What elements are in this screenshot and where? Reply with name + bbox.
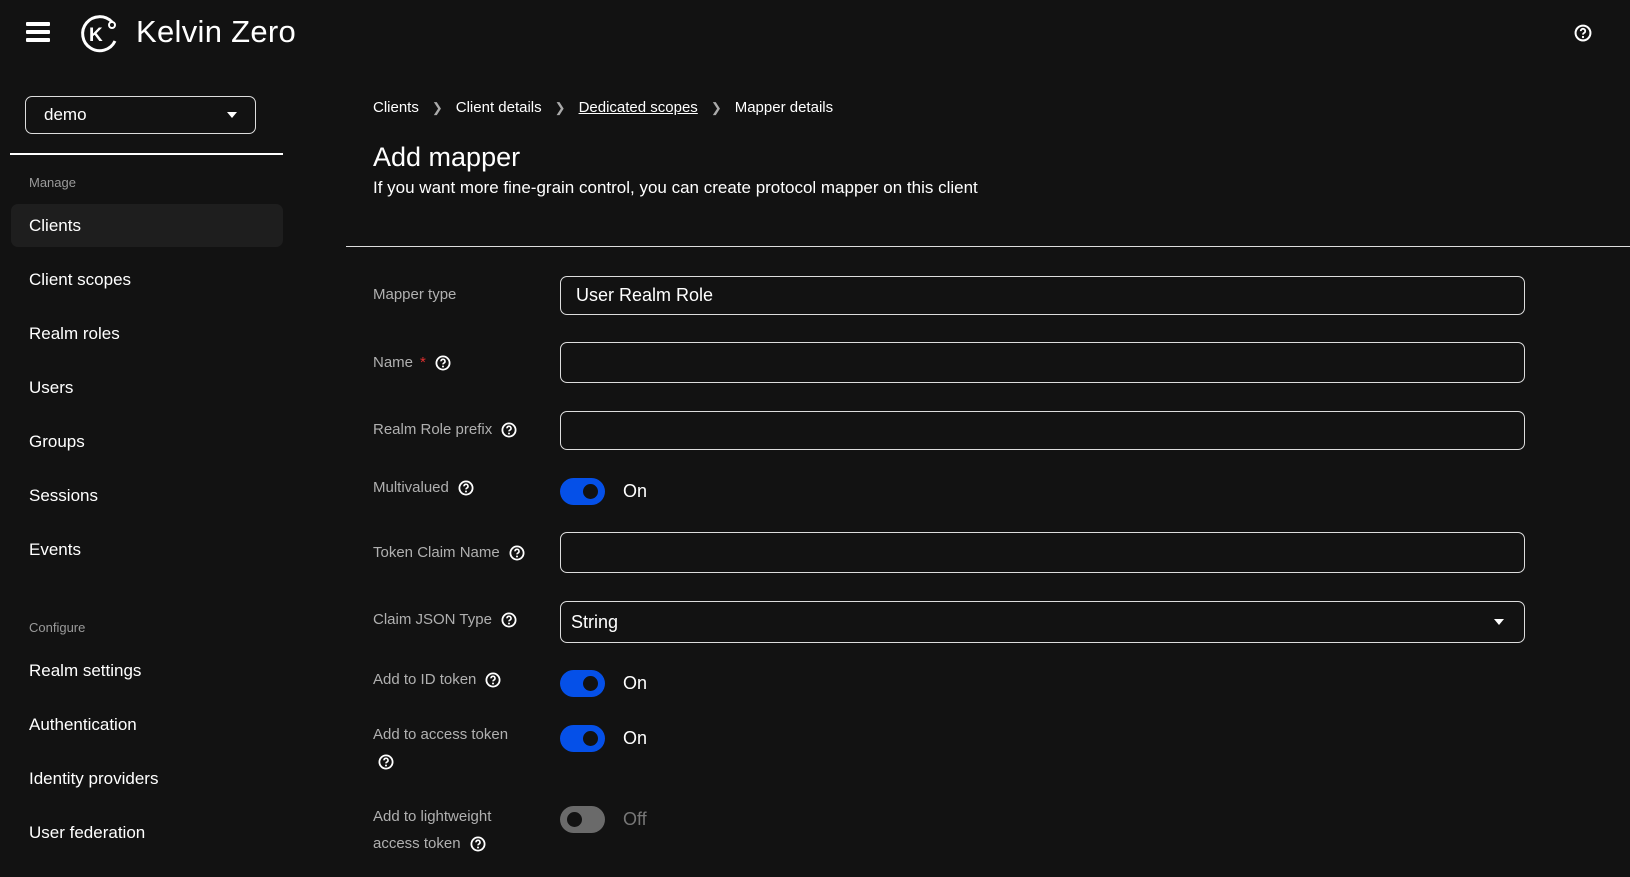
- mapper-type-label: Mapper type: [373, 286, 456, 303]
- add-to-id-token-toggle[interactable]: [560, 670, 605, 697]
- realm-selector-value: demo: [44, 105, 87, 124]
- multivalued-state: On: [623, 481, 648, 501]
- add-to-lightweight-label-line2: access token: [373, 835, 486, 852]
- sidebar-item-groups[interactable]: Groups: [11, 420, 283, 463]
- label-text: Add to ID token: [373, 671, 477, 688]
- label-text: Add to access token: [373, 726, 509, 743]
- label-text: Add to lightweight: [373, 808, 492, 825]
- token-claim-name-label: Token Claim Name: [373, 544, 525, 561]
- help-icon[interactable]: [501, 422, 517, 438]
- sidebar-item-realm-settings[interactable]: Realm settings: [11, 649, 283, 692]
- brand-name: Kelvin Zero: [136, 14, 297, 49]
- breadcrumb-clients[interactable]: Clients: [373, 99, 419, 116]
- breadcrumb: Clients ❯ Client details ❯ Dedicated scope…: [373, 99, 833, 116]
- claim-json-type-select[interactable]: String: [560, 601, 1525, 643]
- sidebar-item-authentication[interactable]: Authentication: [11, 703, 283, 746]
- claim-json-type-label: Claim JSON Type: [373, 611, 517, 628]
- breadcrumb-dedicated-scopes[interactable]: Dedicated scopes: [579, 99, 698, 116]
- label-text: Multivalued: [373, 479, 449, 496]
- name-label: Name *: [373, 354, 451, 371]
- help-icon[interactable]: [1574, 24, 1592, 42]
- help-icon[interactable]: [470, 836, 486, 852]
- chevron-right-icon: ❯: [554, 99, 566, 115]
- required-asterisk: *: [420, 354, 426, 371]
- sidebar-divider: [10, 153, 283, 155]
- help-icon[interactable]: [509, 545, 525, 561]
- token-claim-name-input[interactable]: [560, 532, 1525, 573]
- add-to-lightweight-toggle[interactable]: [560, 806, 605, 833]
- help-icon[interactable]: [435, 355, 451, 371]
- page-title: Add mapper: [373, 142, 521, 172]
- label-text: access token: [373, 835, 461, 852]
- help-icon[interactable]: [378, 754, 394, 770]
- sidebar-item-identity-providers[interactable]: Identity providers: [11, 757, 283, 800]
- header-divider: [346, 246, 1630, 247]
- label-text: Mapper type: [373, 286, 457, 303]
- sidebar-item-users[interactable]: Users: [11, 366, 283, 409]
- section-label-manage: Manage: [29, 175, 76, 190]
- add-to-lightweight-label: Add to lightweight: [373, 808, 491, 825]
- multivalued-toggle[interactable]: [560, 478, 605, 505]
- svg-text:K: K: [89, 25, 103, 46]
- mapper-type-field[interactable]: [560, 276, 1525, 315]
- menu-toggle-button[interactable]: [26, 22, 50, 42]
- sidebar-item-user-federation[interactable]: User federation: [11, 811, 283, 854]
- realm-role-prefix-input[interactable]: [560, 411, 1525, 450]
- sidebar-item-client-scopes[interactable]: Client scopes: [11, 258, 283, 301]
- help-icon[interactable]: [458, 480, 474, 496]
- realm-selector[interactable]: demo: [25, 96, 256, 134]
- add-to-access-token-toggle[interactable]: [560, 725, 605, 752]
- select-value: String: [571, 611, 619, 632]
- realm-role-prefix-label: Realm Role prefix: [373, 421, 517, 438]
- chevron-right-icon: ❯: [431, 99, 443, 115]
- caret-down-icon: [227, 112, 237, 118]
- add-to-id-token-state: On: [623, 673, 648, 693]
- sidebar-item-events[interactable]: Events: [11, 528, 283, 571]
- breadcrumb-mapper-details: Mapper details: [734, 99, 834, 116]
- chevron-right-icon: ❯: [710, 99, 722, 115]
- breadcrumb-client-details[interactable]: Client details: [456, 99, 542, 116]
- kelvin-zero-logo-icon: K: [81, 15, 117, 53]
- label-text: Token Claim Name: [373, 544, 500, 561]
- sidebar-item-realm-roles[interactable]: Realm roles: [11, 312, 283, 355]
- label-text: Realm Role prefix: [373, 421, 493, 438]
- add-to-lightweight-state: Off: [623, 809, 647, 829]
- sidebar-item-sessions[interactable]: Sessions: [11, 474, 283, 517]
- section-label-configure: Configure: [29, 620, 86, 635]
- caret-down-icon: [1494, 619, 1504, 625]
- sidebar-item-clients[interactable]: Clients: [11, 204, 283, 247]
- page-subtitle: If you want more fine-grain control, you…: [373, 178, 978, 197]
- add-to-access-token-label: Add to access token: [373, 726, 508, 743]
- help-icon[interactable]: [501, 612, 517, 628]
- multivalued-label: Multivalued: [373, 479, 474, 496]
- add-to-id-token-label: Add to ID token: [373, 671, 501, 688]
- add-to-access-token-state: On: [623, 728, 648, 748]
- name-input[interactable]: [560, 342, 1525, 383]
- label-text: Claim JSON Type: [373, 611, 492, 628]
- label-text: Name: [373, 354, 414, 371]
- help-icon[interactable]: [485, 672, 501, 688]
